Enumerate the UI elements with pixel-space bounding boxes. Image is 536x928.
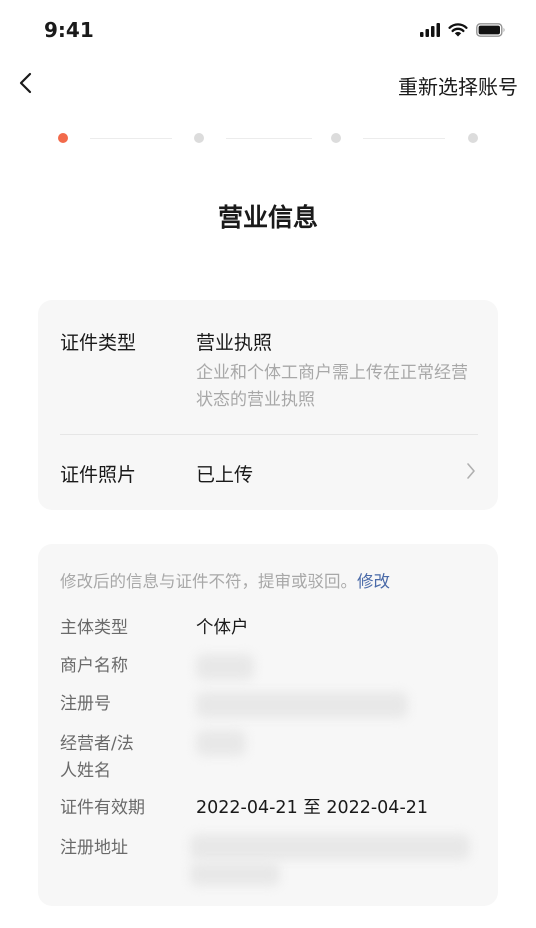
operator-name-label-line1: 经营者/法 [60, 734, 134, 754]
step-dot-1 [58, 133, 68, 143]
reselect-account-button[interactable]: 重新选择账号 [398, 71, 518, 100]
certificate-card: 证件类型 营业执照 企业和个体工商户需上传在正常经营状态的营业执照 证件照片 已… [38, 300, 498, 510]
step-line-1 [90, 138, 172, 139]
chevron-right-icon [467, 463, 475, 479]
subject-type-label: 主体类型 [60, 618, 128, 638]
merchant-name-label: 商户名称 [60, 656, 128, 676]
step-dot-2 [194, 133, 204, 143]
cert-type-description: 企业和个体工商户需上传在正常经营状态的营业执照 [196, 363, 468, 410]
registration-number-label: 注册号 [60, 694, 111, 714]
operator-name-label-line2: 人姓名 [60, 761, 111, 781]
wifi-icon [448, 23, 468, 37]
status-time: 9:41 [44, 18, 94, 42]
subject-type-value: 个体户 [196, 618, 249, 638]
edit-notice: 修改后的信息与证件不符，提审或驳回。修改 [60, 568, 390, 592]
cert-photo-value: 已上传 [196, 464, 254, 486]
cert-type-value: 营业执照 [196, 332, 273, 354]
step-dot-4 [468, 133, 478, 143]
signal-icon [420, 22, 440, 37]
nav-bar: 重新选择账号 [0, 62, 536, 106]
validity-value: 2022-04-21 至 2022-04-21 [196, 798, 429, 818]
back-arrow-icon[interactable] [14, 68, 40, 98]
cert-photo-label: 证件照片 [60, 464, 137, 486]
cert-type-label: 证件类型 [60, 332, 137, 354]
operator-name-blurred [196, 730, 246, 756]
step-dot-3 [331, 133, 341, 143]
battery-icon [476, 22, 505, 37]
cert-photo-row[interactable]: 证件照片 已上传 [38, 434, 498, 510]
registered-address-blurred-line2 [190, 862, 280, 886]
registration-number-blurred [196, 692, 408, 718]
step-line-2 [226, 138, 312, 139]
step-indicator [58, 132, 482, 144]
edit-link[interactable]: 修改 [357, 572, 390, 591]
edit-notice-text: 修改后的信息与证件不符，提审或驳回。 [60, 572, 357, 591]
registered-address-label: 注册地址 [60, 838, 128, 858]
status-bar: 9:41 [0, 0, 536, 62]
page-title: 营业信息 [217, 203, 318, 232]
step-line-3 [363, 138, 445, 139]
business-info-card: 修改后的信息与证件不符，提审或驳回。修改 主体类型 个体户 商户名称 注册号 经… [38, 544, 498, 906]
registered-address-blurred-line1 [190, 834, 470, 860]
validity-label: 证件有效期 [60, 798, 145, 818]
status-icons [420, 22, 506, 37]
merchant-name-blurred [196, 654, 254, 680]
